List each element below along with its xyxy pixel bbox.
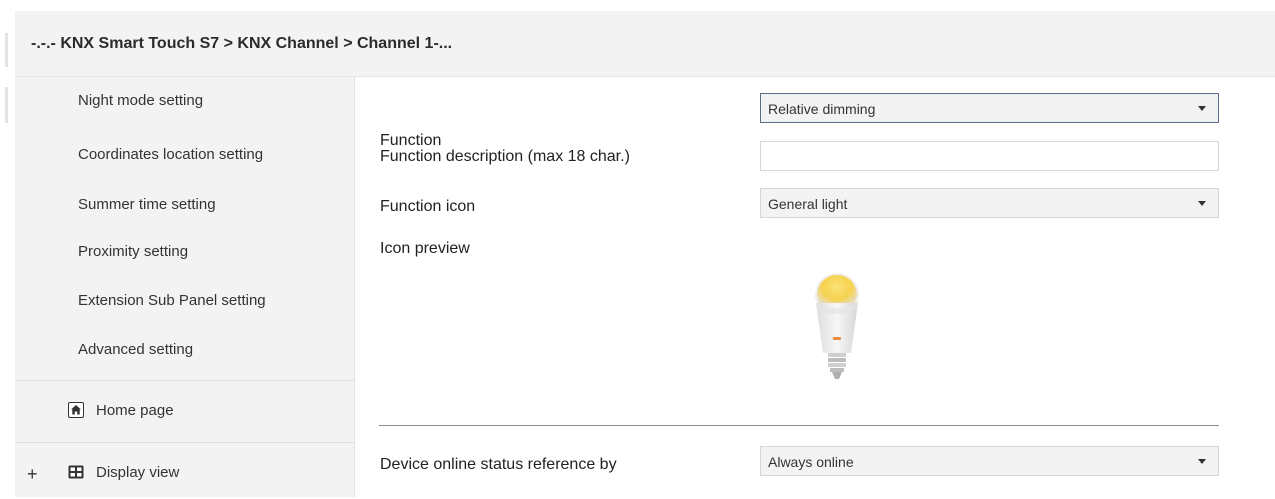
- edge-marker: [5, 33, 8, 67]
- sidebar-divider: [15, 442, 354, 443]
- sidebar-item-proximity[interactable]: Proximity setting: [78, 243, 188, 260]
- sidebar-divider: [15, 380, 354, 381]
- function-value: Relative dimming: [768, 101, 876, 117]
- breadcrumb: -.-.- KNX Smart Touch S7 > KNX Channel >…: [31, 35, 453, 52]
- parameter-panel: Function Relative dimming Function descr…: [355, 77, 1275, 497]
- function-dropdown[interactable]: Relative dimming: [760, 93, 1219, 123]
- device-online-status-dropdown[interactable]: Always online: [760, 446, 1219, 476]
- sidebar-item-coordinates-location[interactable]: Coordinates location setting: [78, 146, 263, 163]
- section-divider: [379, 425, 1219, 426]
- sidebar-section-home-page[interactable]: Home page: [15, 387, 354, 437]
- grid-view-icon: [68, 465, 84, 479]
- device-online-status-value: Always online: [768, 454, 854, 470]
- expand-icon[interactable]: +: [27, 464, 38, 485]
- sidebar: Night mode setting Coordinates location …: [15, 77, 355, 497]
- sidebar-section-display-view[interactable]: + Display view: [15, 449, 354, 499]
- function-icon-dropdown[interactable]: General light: [760, 188, 1219, 218]
- function-icon-label: Function icon: [380, 198, 476, 215]
- left-edge-strip: [0, 0, 9, 497]
- sidebar-item-summer-time[interactable]: Summer time setting: [78, 196, 216, 213]
- chevron-down-icon: [1198, 201, 1206, 206]
- sidebar-section-label: Home page: [96, 402, 174, 419]
- function-icon-value: General light: [768, 196, 848, 212]
- sidebar-item-advanced[interactable]: Advanced setting: [78, 341, 193, 358]
- sidebar-item-extension-sub-panel[interactable]: Extension Sub Panel setting: [78, 292, 266, 309]
- function-description-label: Function description (max 18 char.): [380, 148, 630, 165]
- icon-preview-label: Icon preview: [380, 240, 470, 257]
- sidebar-item-night-mode[interactable]: Night mode setting: [78, 92, 203, 109]
- light-bulb-icon: [815, 273, 859, 379]
- header-bar: -.-.- KNX Smart Touch S7 > KNX Channel >…: [15, 11, 1275, 77]
- chevron-down-icon: [1198, 459, 1206, 464]
- edge-marker: [5, 87, 8, 123]
- chevron-down-icon: [1198, 106, 1206, 111]
- function-description-field[interactable]: [760, 141, 1219, 171]
- home-icon: [68, 402, 84, 418]
- sidebar-section-label: Display view: [96, 464, 180, 481]
- device-online-status-label: Device online status reference by: [380, 456, 617, 473]
